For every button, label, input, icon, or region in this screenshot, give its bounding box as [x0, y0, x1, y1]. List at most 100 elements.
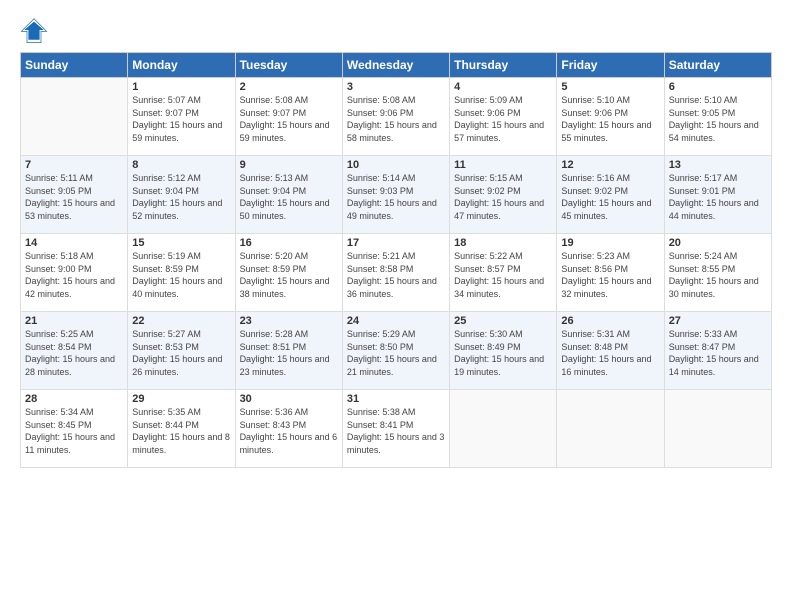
- day-number: 19: [561, 237, 659, 249]
- calendar-cell: 27Sunrise: 5:33 AMSunset: 8:47 PMDayligh…: [664, 312, 771, 390]
- day-info: Sunrise: 5:07 AMSunset: 9:07 PMDaylight:…: [132, 94, 230, 144]
- day-info: Sunrise: 5:36 AMSunset: 8:43 PMDaylight:…: [240, 406, 338, 456]
- day-number: 22: [132, 315, 230, 327]
- day-number: 4: [454, 81, 552, 93]
- day-number: 17: [347, 237, 445, 249]
- calendar-cell: 18Sunrise: 5:22 AMSunset: 8:57 PMDayligh…: [450, 234, 557, 312]
- calendar-cell: 29Sunrise: 5:35 AMSunset: 8:44 PMDayligh…: [128, 390, 235, 468]
- day-number: 16: [240, 237, 338, 249]
- day-number: 23: [240, 315, 338, 327]
- day-number: 20: [669, 237, 767, 249]
- day-info: Sunrise: 5:16 AMSunset: 9:02 PMDaylight:…: [561, 172, 659, 222]
- day-info: Sunrise: 5:31 AMSunset: 8:48 PMDaylight:…: [561, 328, 659, 378]
- day-info: Sunrise: 5:17 AMSunset: 9:01 PMDaylight:…: [669, 172, 767, 222]
- day-info: Sunrise: 5:09 AMSunset: 9:06 PMDaylight:…: [454, 94, 552, 144]
- day-number: 5: [561, 81, 659, 93]
- day-info: Sunrise: 5:30 AMSunset: 8:49 PMDaylight:…: [454, 328, 552, 378]
- calendar-cell: 23Sunrise: 5:28 AMSunset: 8:51 PMDayligh…: [235, 312, 342, 390]
- day-info: Sunrise: 5:08 AMSunset: 9:07 PMDaylight:…: [240, 94, 338, 144]
- calendar-table: SundayMondayTuesdayWednesdayThursdayFrid…: [20, 52, 772, 468]
- day-number: 31: [347, 393, 445, 405]
- calendar-cell: 7Sunrise: 5:11 AMSunset: 9:05 PMDaylight…: [21, 156, 128, 234]
- calendar-cell: 24Sunrise: 5:29 AMSunset: 8:50 PMDayligh…: [342, 312, 449, 390]
- day-info: Sunrise: 5:33 AMSunset: 8:47 PMDaylight:…: [669, 328, 767, 378]
- day-info: Sunrise: 5:10 AMSunset: 9:06 PMDaylight:…: [561, 94, 659, 144]
- day-info: Sunrise: 5:28 AMSunset: 8:51 PMDaylight:…: [240, 328, 338, 378]
- calendar-cell: 30Sunrise: 5:36 AMSunset: 8:43 PMDayligh…: [235, 390, 342, 468]
- header-monday: Monday: [128, 53, 235, 78]
- day-number: 3: [347, 81, 445, 93]
- day-number: 21: [25, 315, 123, 327]
- header: [20, 16, 772, 44]
- header-sunday: Sunday: [21, 53, 128, 78]
- calendar-cell: 1Sunrise: 5:07 AMSunset: 9:07 PMDaylight…: [128, 78, 235, 156]
- day-info: Sunrise: 5:15 AMSunset: 9:02 PMDaylight:…: [454, 172, 552, 222]
- day-number: 29: [132, 393, 230, 405]
- week-row-5: 28Sunrise: 5:34 AMSunset: 8:45 PMDayligh…: [21, 390, 772, 468]
- calendar-cell: 15Sunrise: 5:19 AMSunset: 8:59 PMDayligh…: [128, 234, 235, 312]
- calendar-cell: 9Sunrise: 5:13 AMSunset: 9:04 PMDaylight…: [235, 156, 342, 234]
- day-number: 13: [669, 159, 767, 171]
- day-info: Sunrise: 5:34 AMSunset: 8:45 PMDaylight:…: [25, 406, 123, 456]
- calendar-cell: [664, 390, 771, 468]
- calendar-cell: 25Sunrise: 5:30 AMSunset: 8:49 PMDayligh…: [450, 312, 557, 390]
- day-number: 8: [132, 159, 230, 171]
- calendar-cell: 4Sunrise: 5:09 AMSunset: 9:06 PMDaylight…: [450, 78, 557, 156]
- day-number: 25: [454, 315, 552, 327]
- calendar-cell: [450, 390, 557, 468]
- day-number: 7: [25, 159, 123, 171]
- day-info: Sunrise: 5:08 AMSunset: 9:06 PMDaylight:…: [347, 94, 445, 144]
- day-number: 10: [347, 159, 445, 171]
- day-info: Sunrise: 5:13 AMSunset: 9:04 PMDaylight:…: [240, 172, 338, 222]
- calendar-cell: [21, 78, 128, 156]
- day-number: 24: [347, 315, 445, 327]
- day-number: 27: [669, 315, 767, 327]
- day-info: Sunrise: 5:11 AMSunset: 9:05 PMDaylight:…: [25, 172, 123, 222]
- day-info: Sunrise: 5:12 AMSunset: 9:04 PMDaylight:…: [132, 172, 230, 222]
- calendar-header-row: SundayMondayTuesdayWednesdayThursdayFrid…: [21, 53, 772, 78]
- calendar-cell: 21Sunrise: 5:25 AMSunset: 8:54 PMDayligh…: [21, 312, 128, 390]
- day-info: Sunrise: 5:10 AMSunset: 9:05 PMDaylight:…: [669, 94, 767, 144]
- day-number: 14: [25, 237, 123, 249]
- calendar-cell: 28Sunrise: 5:34 AMSunset: 8:45 PMDayligh…: [21, 390, 128, 468]
- week-row-3: 14Sunrise: 5:18 AMSunset: 9:00 PMDayligh…: [21, 234, 772, 312]
- day-info: Sunrise: 5:20 AMSunset: 8:59 PMDaylight:…: [240, 250, 338, 300]
- day-number: 6: [669, 81, 767, 93]
- day-info: Sunrise: 5:19 AMSunset: 8:59 PMDaylight:…: [132, 250, 230, 300]
- day-info: Sunrise: 5:23 AMSunset: 8:56 PMDaylight:…: [561, 250, 659, 300]
- day-info: Sunrise: 5:21 AMSunset: 8:58 PMDaylight:…: [347, 250, 445, 300]
- calendar-cell: 5Sunrise: 5:10 AMSunset: 9:06 PMDaylight…: [557, 78, 664, 156]
- header-thursday: Thursday: [450, 53, 557, 78]
- calendar-cell: 31Sunrise: 5:38 AMSunset: 8:41 PMDayligh…: [342, 390, 449, 468]
- day-info: Sunrise: 5:22 AMSunset: 8:57 PMDaylight:…: [454, 250, 552, 300]
- calendar-cell: 17Sunrise: 5:21 AMSunset: 8:58 PMDayligh…: [342, 234, 449, 312]
- day-number: 11: [454, 159, 552, 171]
- calendar-cell: 26Sunrise: 5:31 AMSunset: 8:48 PMDayligh…: [557, 312, 664, 390]
- calendar-cell: 12Sunrise: 5:16 AMSunset: 9:02 PMDayligh…: [557, 156, 664, 234]
- header-friday: Friday: [557, 53, 664, 78]
- day-number: 9: [240, 159, 338, 171]
- calendar-cell: 11Sunrise: 5:15 AMSunset: 9:02 PMDayligh…: [450, 156, 557, 234]
- day-info: Sunrise: 5:14 AMSunset: 9:03 PMDaylight:…: [347, 172, 445, 222]
- day-info: Sunrise: 5:18 AMSunset: 9:00 PMDaylight:…: [25, 250, 123, 300]
- calendar-cell: 6Sunrise: 5:10 AMSunset: 9:05 PMDaylight…: [664, 78, 771, 156]
- calendar-cell: 19Sunrise: 5:23 AMSunset: 8:56 PMDayligh…: [557, 234, 664, 312]
- day-number: 30: [240, 393, 338, 405]
- day-info: Sunrise: 5:38 AMSunset: 8:41 PMDaylight:…: [347, 406, 445, 456]
- calendar-cell: 13Sunrise: 5:17 AMSunset: 9:01 PMDayligh…: [664, 156, 771, 234]
- calendar-cell: 8Sunrise: 5:12 AMSunset: 9:04 PMDaylight…: [128, 156, 235, 234]
- week-row-4: 21Sunrise: 5:25 AMSunset: 8:54 PMDayligh…: [21, 312, 772, 390]
- calendar-cell: 20Sunrise: 5:24 AMSunset: 8:55 PMDayligh…: [664, 234, 771, 312]
- day-info: Sunrise: 5:29 AMSunset: 8:50 PMDaylight:…: [347, 328, 445, 378]
- logo: [20, 16, 52, 44]
- day-info: Sunrise: 5:35 AMSunset: 8:44 PMDaylight:…: [132, 406, 230, 456]
- week-row-2: 7Sunrise: 5:11 AMSunset: 9:05 PMDaylight…: [21, 156, 772, 234]
- day-info: Sunrise: 5:24 AMSunset: 8:55 PMDaylight:…: [669, 250, 767, 300]
- day-number: 1: [132, 81, 230, 93]
- calendar-cell: 22Sunrise: 5:27 AMSunset: 8:53 PMDayligh…: [128, 312, 235, 390]
- calendar-cell: 2Sunrise: 5:08 AMSunset: 9:07 PMDaylight…: [235, 78, 342, 156]
- calendar-cell: 14Sunrise: 5:18 AMSunset: 9:00 PMDayligh…: [21, 234, 128, 312]
- page: SundayMondayTuesdayWednesdayThursdayFrid…: [0, 0, 792, 612]
- header-wednesday: Wednesday: [342, 53, 449, 78]
- day-info: Sunrise: 5:27 AMSunset: 8:53 PMDaylight:…: [132, 328, 230, 378]
